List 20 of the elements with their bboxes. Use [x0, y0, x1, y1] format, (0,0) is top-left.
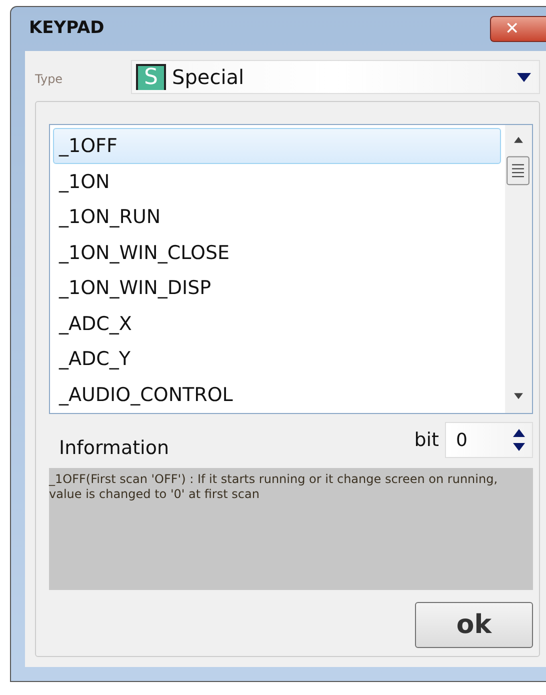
list-item[interactable]: _1OFF: [53, 128, 501, 164]
type-badge: S: [136, 64, 166, 90]
list-item[interactable]: _AUDIO_CONTROL: [53, 376, 501, 412]
bit-spinner[interactable]: 0: [445, 422, 533, 458]
list-item[interactable]: _1ON: [53, 164, 501, 199]
list-item[interactable]: _ADC_Y: [53, 341, 501, 376]
bit-label: bit: [414, 428, 439, 453]
list-item[interactable]: _ADC_X: [53, 306, 501, 341]
spin-arrows-icon: [512, 427, 526, 453]
scrollbar[interactable]: [505, 125, 532, 413]
window-title: KEYPAD: [28, 17, 104, 40]
information-text: _1OFF(First scan 'OFF') : If it starts running or it change screen on running, value is changed to '0' at first scan: [49, 468, 533, 590]
dropdown-arrow-icon: [517, 72, 531, 82]
type-dropdown[interactable]: S Special: [131, 60, 540, 94]
list-item[interactable]: _1ON_WIN_CLOSE: [53, 234, 501, 270]
ok-button[interactable]: ok: [415, 602, 533, 648]
information-label: Information: [58, 436, 169, 460]
list-item[interactable]: _1ON_RUN: [53, 199, 501, 234]
type-label: Type: [35, 71, 64, 88]
list-item[interactable]: _1ON_WIN_DISP: [53, 270, 501, 306]
